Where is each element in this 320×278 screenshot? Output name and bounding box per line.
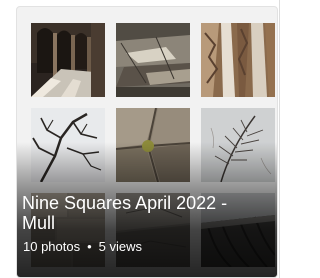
thumbnail-ruined-wall[interactable] xyxy=(116,23,190,97)
thumbnail-bark[interactable] xyxy=(201,23,275,97)
cloister-arches-photo xyxy=(31,23,105,97)
ruined-wall-photo xyxy=(116,23,190,97)
separator-dot: • xyxy=(87,239,92,254)
album-card[interactable] xyxy=(16,6,278,278)
bark-texture-photo xyxy=(201,23,275,97)
photo-count: 10 photos xyxy=(23,239,81,254)
album-stats: 10 photos • 5 views xyxy=(23,239,142,255)
album-title[interactable]: Nine Squares April 2022 - Mull xyxy=(22,193,254,233)
view-count: 5 views xyxy=(98,239,143,254)
page-edge-divider xyxy=(279,0,280,278)
thumbnail-cloister[interactable] xyxy=(31,23,105,97)
